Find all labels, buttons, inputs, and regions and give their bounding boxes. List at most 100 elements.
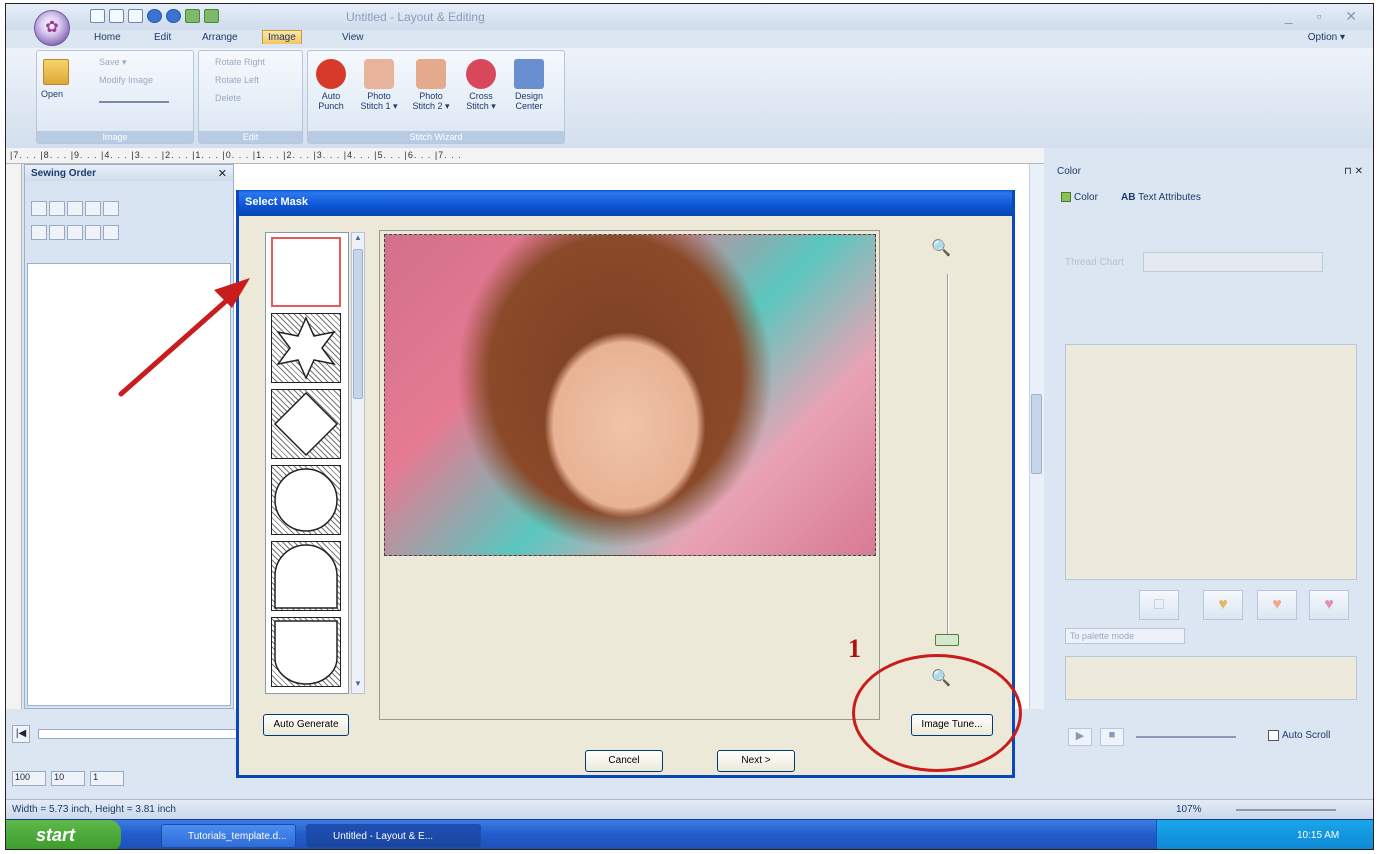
zoom-slider-thumb[interactable] <box>935 634 959 646</box>
design-center-icon[interactable] <box>514 59 544 89</box>
pointer-icon[interactable] <box>103 225 119 240</box>
back-icon[interactable] <box>185 9 200 23</box>
close-icon[interactable]: ✕ <box>218 167 227 180</box>
mask-circle[interactable] <box>271 465 341 535</box>
photo-stitch-1-icon[interactable] <box>364 59 394 89</box>
sewing-toolbar-2 <box>31 225 201 243</box>
window-title: Untitled - Layout & Editing <box>346 10 485 24</box>
redo-icon[interactable] <box>166 9 181 23</box>
thread-chart-label: Thread Chart <box>1065 257 1124 268</box>
color-list[interactable] <box>1065 344 1357 580</box>
tab-arrange[interactable]: Arrange <box>202 32 238 43</box>
scroll-up-icon[interactable]: ▲ <box>352 233 364 247</box>
dimension-readout: Width = 5.73 inch, Height = 3.81 inch <box>12 804 176 815</box>
image-slider[interactable] <box>99 101 169 103</box>
move-down-icon[interactable] <box>67 225 83 240</box>
cancel-button[interactable]: Cancel <box>585 750 663 772</box>
photo-stitch-1-button[interactable]: Photo Stitch 1 ▾ <box>355 91 403 111</box>
rotate-right-button[interactable]: Rotate Right <box>215 57 265 67</box>
open-icon[interactable] <box>43 59 69 85</box>
cross-stitch-icon[interactable] <box>466 59 496 89</box>
color-panel-title: Color <box>1057 166 1081 177</box>
step-1-button[interactable]: 1 <box>90 771 125 786</box>
group-icon[interactable] <box>49 201 65 216</box>
window-controls[interactable]: _ ▫ ✕ <box>1285 8 1367 25</box>
play-icon[interactable]: ▶ <box>1068 728 1092 746</box>
sewing-order-list[interactable] <box>27 263 231 706</box>
zoom-in-icon[interactable]: 🔍 <box>931 238 951 258</box>
cut-icon[interactable] <box>85 225 101 240</box>
apple-icon[interactable] <box>316 59 346 89</box>
taskbar-item-tutorials[interactable]: Tutorials_template.d... <box>161 824 296 848</box>
photo-preview[interactable] <box>384 234 876 556</box>
panel-controls[interactable]: ⊓ ✕ <box>1344 166 1363 177</box>
tab-edit[interactable]: Edit <box>154 32 171 43</box>
mask-star[interactable] <box>271 313 341 383</box>
zoom-slider-track[interactable] <box>947 274 949 640</box>
mask-list-scrollbar[interactable]: ▲ ▼ <box>351 232 365 694</box>
view-icon[interactable] <box>103 201 119 216</box>
rewind-icon[interactable]: |◀ <box>12 725 30 743</box>
step-10-button[interactable]: 10 <box>51 771 86 786</box>
move-up-icon[interactable] <box>49 225 65 240</box>
scroll-down-icon[interactable]: ▼ <box>352 679 364 693</box>
undo-icon[interactable] <box>147 9 162 23</box>
mask-rectangle[interactable] <box>271 237 341 307</box>
thread-chart-select[interactable] <box>1143 252 1323 272</box>
sort-icon[interactable] <box>31 201 47 216</box>
stitch-step-buttons: 100 10 1 <box>12 771 126 786</box>
annotation-circle <box>852 654 1022 772</box>
color-button-2[interactable]: ♥ <box>1203 590 1243 620</box>
color-button-3[interactable]: ♥ <box>1257 590 1297 620</box>
tab-home[interactable]: Home <box>94 32 121 43</box>
start-button[interactable]: start <box>6 820 121 849</box>
color-button-4[interactable]: ♥ <box>1309 590 1349 620</box>
zoom-slider[interactable] <box>1236 809 1336 811</box>
new-icon[interactable] <box>90 9 105 23</box>
rotate-left-button[interactable]: Rotate Left <box>215 75 259 85</box>
tab-text-attributes[interactable]: AB Text Attributes <box>1121 192 1201 203</box>
color-button-1[interactable]: □ <box>1139 590 1179 620</box>
title-bar: Untitled - Layout & Editing _ ▫ ✕ <box>6 4 1373 30</box>
design-center-button[interactable]: Design Center <box>505 91 553 111</box>
stop-icon[interactable]: ■ <box>1100 728 1124 746</box>
photo-stitch-2-button[interactable]: Photo Stitch 2 ▾ <box>407 91 455 111</box>
progress-slider[interactable] <box>38 729 238 739</box>
next-button[interactable]: Next > <box>717 750 795 772</box>
option-menu[interactable]: Option ▾ <box>1308 32 1345 43</box>
edit-group: Rotate Right Rotate Left Delete Edit <box>198 50 303 144</box>
mask-diamond[interactable] <box>271 389 341 459</box>
tab-image[interactable]: Image <box>262 30 302 44</box>
auto-scroll-checkbox[interactable]: Auto Scroll <box>1268 730 1330 741</box>
color-icon[interactable] <box>85 201 101 216</box>
forward-icon[interactable] <box>204 9 219 23</box>
auto-punch-button[interactable]: Auto Punch <box>307 91 355 111</box>
application-menu-button[interactable]: ✿ <box>34 10 70 46</box>
mask-arch[interactable] <box>271 541 341 611</box>
image-group: Open Save ▾ Modify Image Image <box>36 50 194 144</box>
mask-rounded[interactable] <box>271 617 341 687</box>
tab-color[interactable]: Color <box>1061 192 1098 203</box>
tab-view[interactable]: View <box>342 32 364 43</box>
vertical-ruler <box>6 164 22 732</box>
palette-mode-button[interactable]: To palette mode <box>1065 628 1185 644</box>
photo-stitch-2-icon[interactable] <box>416 59 446 89</box>
auto-generate-button[interactable]: Auto Generate <box>263 714 349 736</box>
move-first-icon[interactable] <box>31 225 47 240</box>
step-100-button[interactable]: 100 <box>12 771 46 786</box>
open-file-icon[interactable] <box>109 9 124 23</box>
delete-button[interactable]: Delete <box>215 93 241 103</box>
cross-stitch-button[interactable]: Cross Stitch ▾ <box>457 91 505 111</box>
modify-image-button[interactable]: Modify Image <box>99 75 153 85</box>
speed-slider[interactable] <box>1136 736 1236 738</box>
quick-access-toolbar <box>90 9 330 27</box>
color-info-box <box>1065 656 1357 700</box>
checkbox-icon[interactable] <box>1268 730 1279 741</box>
canvas-scroll-thumb[interactable] <box>1031 394 1042 474</box>
lock-icon[interactable] <box>67 201 83 216</box>
taskbar-item-layout-editing[interactable]: Untitled - Layout & E... <box>306 824 481 848</box>
save-icon[interactable] <box>128 9 143 23</box>
open-button[interactable]: Open <box>41 89 63 99</box>
mask-scroll-thumb[interactable] <box>353 249 363 399</box>
save-button[interactable]: Save ▾ <box>99 57 127 68</box>
